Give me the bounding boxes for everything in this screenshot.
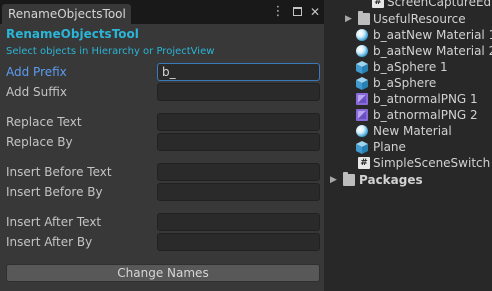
tool-title: RenameObjectsTool xyxy=(6,27,139,41)
material-icon xyxy=(356,29,368,41)
list-item-label: b_aatNew Material 2 xyxy=(373,44,492,58)
tab-rename-objects-tool[interactable]: RenameObjectsTool xyxy=(2,4,131,24)
list-item[interactable]: ▶ Packages xyxy=(324,172,492,188)
mesh-icon xyxy=(356,141,368,154)
list-item[interactable]: b_aatNew Material 1 xyxy=(324,27,492,43)
folder-icon xyxy=(343,172,355,186)
list-item[interactable]: # SimpleSceneSwitch xyxy=(324,155,492,171)
insert-before-text-label: Insert Before Text xyxy=(6,165,112,179)
list-item[interactable]: b_atnormalPNG 1 xyxy=(324,91,492,107)
mesh-icon xyxy=(356,61,368,74)
texture-icon xyxy=(356,93,368,105)
add-suffix-label: Add Suffix xyxy=(6,85,67,99)
material-icon xyxy=(356,125,368,137)
project-panel: # ScreenCaptureEdit ▶ UsefulResource b_a… xyxy=(324,0,492,291)
list-item-label: b_aSphere xyxy=(373,76,437,90)
list-item-label: Plane xyxy=(373,140,406,154)
close-icon[interactable]: ✕ xyxy=(308,4,322,20)
replace-by-label: Replace By xyxy=(6,135,73,149)
mesh-icon xyxy=(356,77,368,90)
list-item[interactable]: Plane xyxy=(324,139,492,155)
add-prefix-field[interactable] xyxy=(157,63,320,81)
insert-before-by-label: Insert Before By xyxy=(6,185,103,199)
insert-before-by-field[interactable] xyxy=(157,183,320,201)
list-item[interactable]: b_aatNew Material 2 xyxy=(324,43,492,59)
list-item-label: b_atnormalPNG 2 xyxy=(373,108,478,122)
kebab-icon[interactable]: ⋮ xyxy=(271,4,285,20)
folder-icon xyxy=(358,11,370,25)
material-icon xyxy=(356,45,368,57)
list-item-label: b_aSphere 1 xyxy=(373,60,448,74)
replace-text-label: Replace Text xyxy=(6,115,82,129)
list-item-label: Packages xyxy=(359,173,423,187)
insert-after-by-field[interactable] xyxy=(157,233,320,251)
add-prefix-label: Add Prefix xyxy=(6,65,67,79)
insert-after-by-label: Insert After By xyxy=(6,235,93,249)
list-item[interactable]: # ScreenCaptureEdit xyxy=(324,0,492,10)
insert-after-text-label: Insert After Text xyxy=(6,215,102,229)
chevron-right-icon[interactable]: ▶ xyxy=(330,174,337,186)
add-suffix-field[interactable] xyxy=(157,83,320,101)
texture-icon xyxy=(356,109,368,121)
maximize-icon[interactable] xyxy=(290,4,304,20)
list-item-label: b_atnormalPNG 1 xyxy=(373,92,478,106)
replace-text-field[interactable] xyxy=(157,113,320,131)
list-item[interactable]: ▶ UsefulResource xyxy=(324,11,492,27)
list-item[interactable]: b_atnormalPNG 2 xyxy=(324,107,492,123)
change-names-button[interactable]: Change Names xyxy=(6,264,320,282)
list-item[interactable]: New Material xyxy=(324,123,492,139)
list-item-label: UsefulResource xyxy=(373,12,466,26)
list-item-label: New Material xyxy=(373,124,452,138)
script-icon: # xyxy=(372,0,384,8)
rename-objects-tool-window: RenameObjectsTool ⋮ ✕ RenameObjectsTool … xyxy=(0,0,324,291)
tool-subtitle: Select objects in Hierarchy or ProjectVi… xyxy=(6,46,215,57)
list-item[interactable]: b_aSphere 1 xyxy=(324,59,492,75)
replace-by-field[interactable] xyxy=(157,133,320,151)
list-item[interactable]: b_aSphere xyxy=(324,75,492,91)
chevron-right-icon[interactable]: ▶ xyxy=(345,13,352,25)
insert-after-text-field[interactable] xyxy=(157,213,320,231)
list-item-label: ScreenCaptureEdit xyxy=(387,0,492,9)
insert-before-text-field[interactable] xyxy=(157,163,320,181)
window-titlebar: RenameObjectsTool ⋮ ✕ xyxy=(0,0,324,24)
script-icon: # xyxy=(358,157,370,169)
list-item-label: SimpleSceneSwitch xyxy=(373,156,491,170)
list-item-label: b_aatNew Material 1 xyxy=(373,28,492,42)
